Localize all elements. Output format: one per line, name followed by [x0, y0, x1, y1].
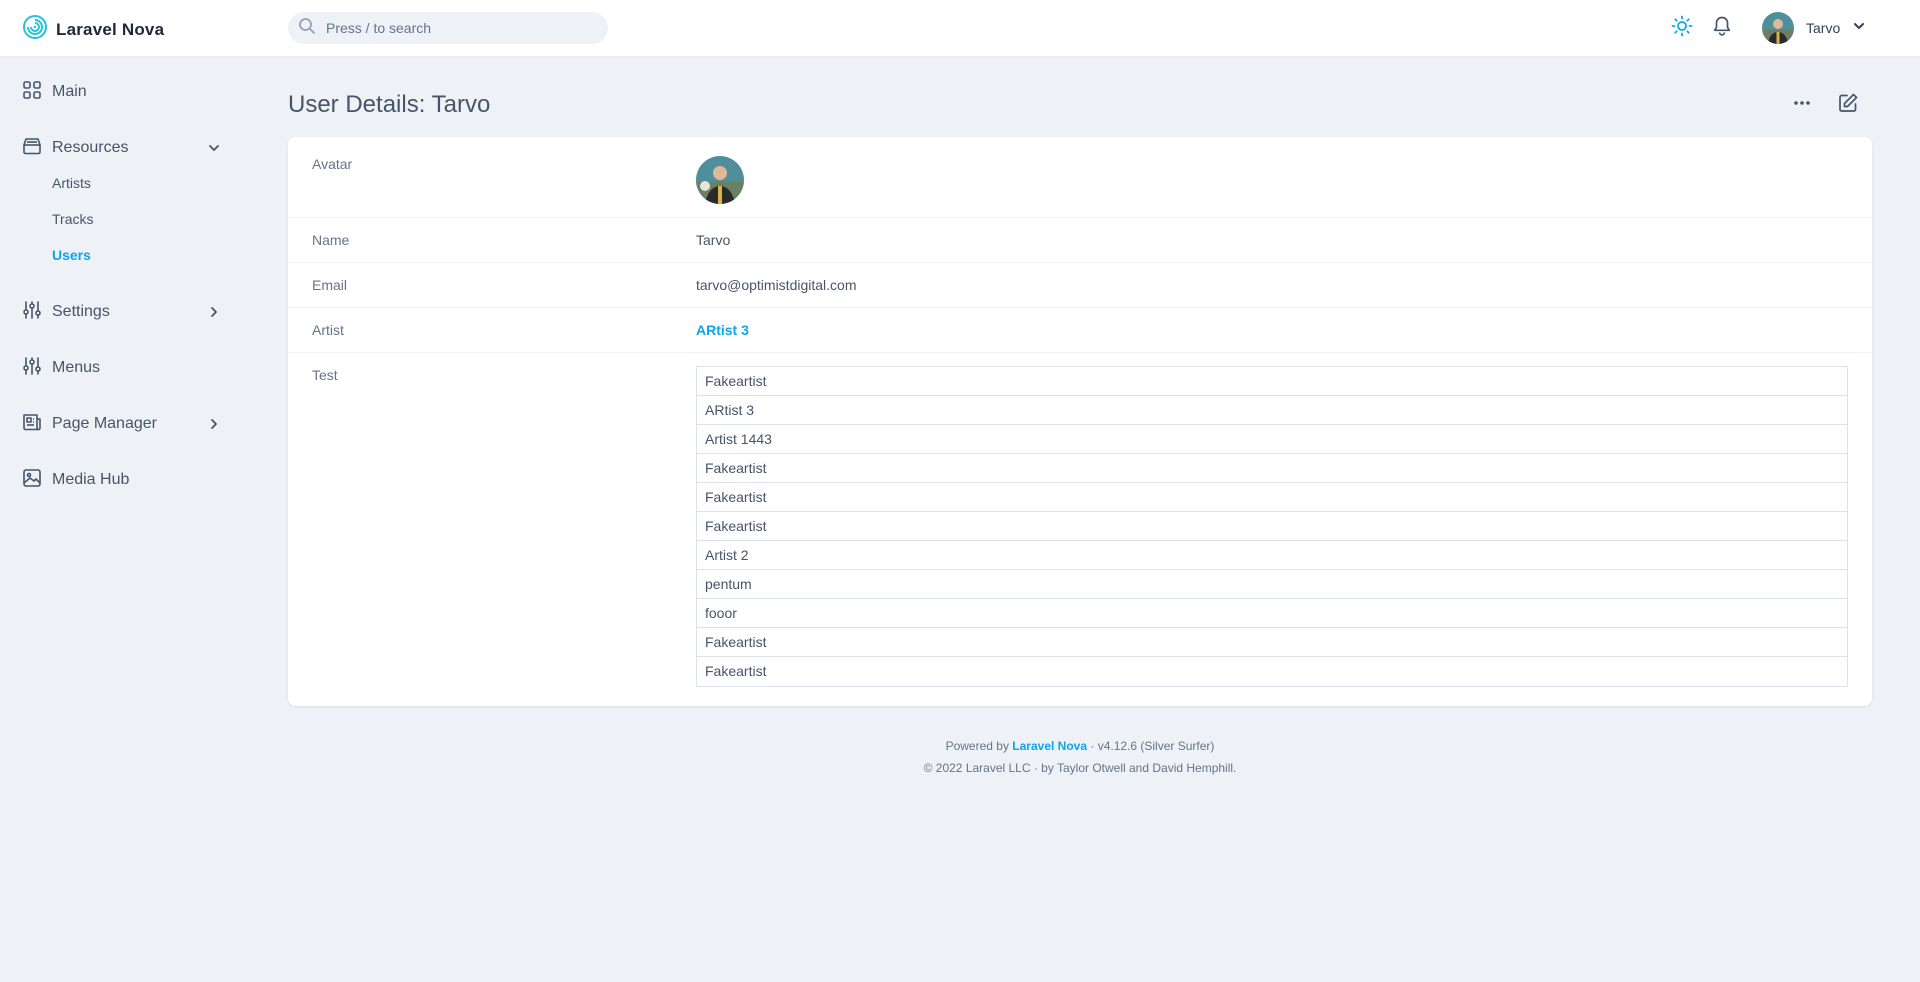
field-label: Test	[312, 367, 338, 383]
field-row-name: Name Tarvo	[288, 218, 1872, 263]
field-label: Email	[312, 277, 348, 293]
brand-link[interactable]: Laravel Nova	[22, 14, 164, 45]
list-item: Fakeartist	[697, 628, 1847, 657]
list-item: ARtist 3	[697, 396, 1847, 425]
newspaper-icon	[22, 412, 42, 437]
sidebar-item-label: Menus	[52, 359, 101, 376]
nova-logo-icon	[22, 14, 48, 45]
list-item: Artist 2	[697, 541, 1847, 570]
field-label: Avatar	[312, 156, 353, 172]
sidebar-item-users[interactable]: Users	[52, 247, 91, 263]
edit-icon	[1837, 92, 1859, 119]
user-name: Tarvo	[1806, 20, 1841, 36]
ellipsis-icon	[1792, 93, 1812, 118]
avatar	[696, 156, 744, 204]
list-item: Fakeartist	[697, 483, 1847, 512]
chevron-down-icon[interactable]	[206, 140, 222, 156]
edit-button[interactable]	[1837, 92, 1859, 119]
brand-name: Laravel Nova	[56, 19, 165, 39]
footer-powered-by: Powered by Laravel Nova · v4.12.6 (Silve…	[288, 739, 1872, 753]
image-icon	[22, 468, 42, 493]
notifications-button[interactable]	[1710, 16, 1734, 40]
list-item: Fakeartist	[697, 454, 1847, 483]
sidebar-group-resources[interactable]: Resources	[22, 136, 128, 160]
chevron-down-icon	[1852, 19, 1866, 38]
email-value: tarvo@optimistdigital.com	[696, 277, 857, 293]
sidebar-item-main[interactable]: Main	[22, 80, 87, 104]
footer-version: · v4.12.6 (Silver Surfer)	[1090, 739, 1215, 753]
field-label: Artist	[312, 322, 344, 338]
list-item: fooor	[697, 599, 1847, 628]
list-item: pentum	[697, 570, 1847, 599]
list-item: Fakeartist	[697, 512, 1847, 541]
search-icon	[298, 17, 316, 40]
sidebar-item-label: Resources	[52, 139, 129, 156]
sidebar-item-settings[interactable]: Settings	[22, 300, 110, 324]
field-label: Name	[312, 232, 350, 248]
list-item: Fakeartist	[697, 367, 1847, 396]
field-row-avatar: Avatar	[288, 137, 1872, 218]
bell-icon	[1711, 15, 1733, 42]
field-row-artist: Artist ARtist 3	[288, 308, 1872, 353]
sidebar-item-label: Page Manager	[52, 415, 157, 432]
top-bar: Laravel Nova Press / to search Tarvo	[0, 0, 1920, 56]
footer-nova-link[interactable]: Laravel Nova	[1012, 739, 1087, 753]
page-title: User Details: Tarvo	[288, 91, 491, 118]
chevron-right-icon[interactable]	[206, 416, 222, 432]
sun-icon	[1671, 15, 1693, 42]
artist-link[interactable]: ARtist 3	[696, 322, 749, 338]
sidebar-item-page-manager[interactable]: Page Manager	[22, 412, 157, 436]
more-actions-button[interactable]	[1791, 94, 1813, 116]
grid-icon	[22, 80, 42, 105]
sidebar-item-label: Settings	[52, 303, 110, 320]
sliders-icon	[22, 300, 42, 325]
list-item: Fakeartist	[705, 663, 767, 679]
avatar	[1762, 12, 1794, 44]
sidebar-item-label: Media Hub	[52, 471, 130, 488]
sidebar-item-artists[interactable]: Artists	[52, 175, 91, 191]
chevron-right-icon[interactable]	[206, 304, 222, 320]
detail-card: Avatar Name Tarvo Email tarvo@optimistdi…	[288, 137, 1872, 706]
sidebar-item-label: Main	[52, 83, 87, 100]
sidebar-item-menus[interactable]: Menus	[22, 356, 100, 380]
user-menu[interactable]: Tarvo	[1762, 12, 1866, 44]
sidebar-item-tracks[interactable]: Tracks	[52, 211, 93, 227]
sidebar-item-media-hub[interactable]: Media Hub	[22, 468, 129, 492]
search-input[interactable]	[326, 20, 586, 36]
footer-powered-prefix: Powered by	[945, 739, 1009, 753]
archive-icon	[22, 136, 42, 161]
global-search[interactable]	[288, 12, 608, 44]
name-value: Tarvo	[696, 232, 731, 248]
sliders-icon	[22, 356, 42, 381]
test-list: Fakeartist ARtist 3 Artist 1443 Fakearti…	[696, 366, 1848, 687]
footer-copyright: © 2022 Laravel LLC · by Taylor Otwell an…	[923, 761, 1237, 775]
theme-toggle-button[interactable]	[1670, 15, 1694, 42]
list-item: Artist 1443	[697, 425, 1847, 454]
field-row-email: Email tarvo@optimistdigital.com	[288, 263, 1872, 308]
